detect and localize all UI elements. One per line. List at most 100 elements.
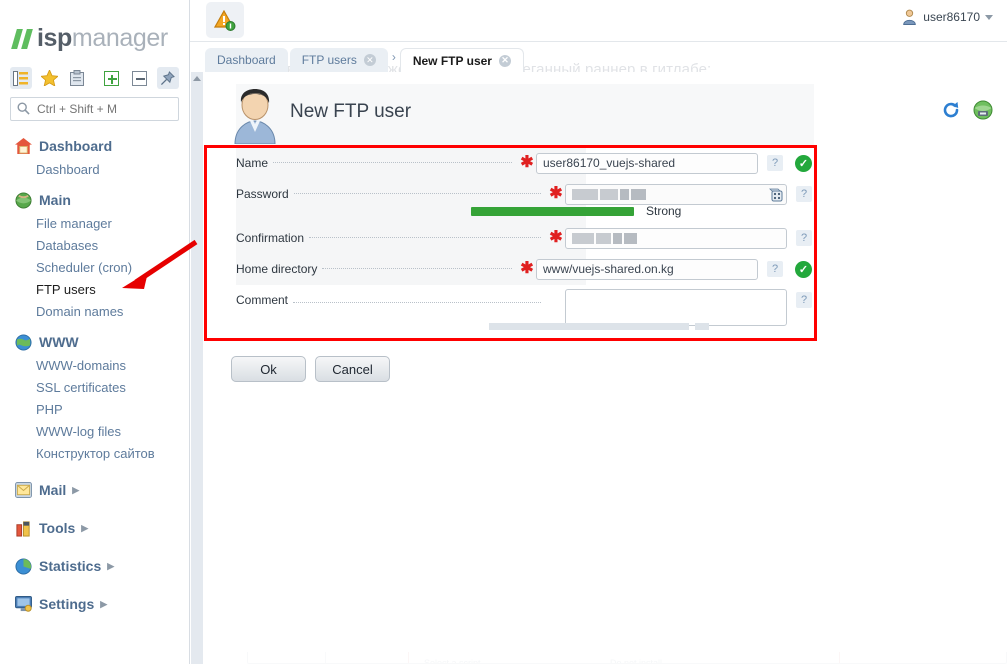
field-wrap-home-directory <box>536 258 758 280</box>
topbar: user86170 <box>190 0 1007 42</box>
user-menu[interactable]: user86170 <box>902 9 993 25</box>
label-dotted-fill <box>309 236 541 238</box>
sidebar-group-label: Tools <box>39 520 76 536</box>
textarea-resize-handle[interactable] <box>695 323 709 330</box>
field-label-comment: Comment <box>236 293 289 307</box>
form-row-password: Password ✱ ? <box>236 183 812 205</box>
sidebar-group-label: Statistics <box>39 558 102 574</box>
sidebar-group-settings[interactable]: Settings ▶ <box>0 585 189 617</box>
sidebar-group-mail[interactable]: Mail ▶ <box>0 471 189 503</box>
dialog-title: New FTP user <box>290 101 412 122</box>
notification-button[interactable] <box>206 2 244 38</box>
sidebar-item-domain-names[interactable]: Domain names <box>0 301 189 323</box>
sidebar-group-tools[interactable]: Tools ▶ <box>0 509 189 541</box>
sidebar-item-www-log-files[interactable]: WWW-log files <box>0 421 189 443</box>
content-scrollbar[interactable] <box>191 72 203 664</box>
comment-textarea[interactable] <box>565 289 787 326</box>
help-icon[interactable]: ? <box>796 292 812 308</box>
double-slash-logo-icon <box>11 28 34 49</box>
clipboard-icon[interactable] <box>66 67 88 89</box>
required-marker: ✱ <box>520 154 534 171</box>
help-icon[interactable]: ? <box>767 261 783 277</box>
chevron-right-icon: ▶ <box>107 560 115 571</box>
sidebar-item-dashboard[interactable]: Dashboard <box>0 159 189 181</box>
app-logo[interactable]: isp manager <box>0 0 189 63</box>
help-icon[interactable]: ? <box>796 186 812 202</box>
confirmation-input[interactable] <box>565 227 787 249</box>
required-marker: ✱ <box>549 185 563 202</box>
globe-box-icon <box>14 191 32 209</box>
pin-icon[interactable] <box>156 67 180 89</box>
bg-shot-field-value-3: Do not install <box>610 658 663 664</box>
password-strength: Strong <box>471 204 681 218</box>
ok-button[interactable]: Ok <box>231 356 306 382</box>
tab-ftp-users[interactable]: FTP users ✕ <box>289 48 388 72</box>
tab-label: New FTP user <box>412 53 492 68</box>
scroll-up-arrow-icon[interactable] <box>193 76 201 81</box>
field-label-home-directory: Home directory <box>236 262 318 276</box>
name-input[interactable] <box>536 152 758 174</box>
label-dotted-fill <box>293 192 541 194</box>
mail-icon <box>14 481 32 499</box>
close-icon[interactable]: ✕ <box>363 54 376 66</box>
required-marker: ✱ <box>549 229 563 246</box>
tab-new-ftp-user[interactable]: New FTP user ✕ <box>399 48 524 72</box>
password-strength-fill <box>471 206 634 216</box>
warning-triangle-badge-icon <box>214 9 236 31</box>
textarea-resize-bar[interactable] <box>489 323 689 330</box>
sidebar-group-label: WWW <box>39 334 79 350</box>
tab-separator: › <box>391 50 396 64</box>
close-icon[interactable]: ✕ <box>498 54 511 67</box>
help-globe-icon[interactable] <box>973 100 993 120</box>
tree-view-icon[interactable] <box>10 67 33 89</box>
sidebar-item-php[interactable]: PHP <box>0 399 189 421</box>
favorites-star-icon[interactable] <box>38 67 60 89</box>
tab-bar: Dashboard FTP users ✕ › New FTP user ✕ <box>205 46 526 72</box>
sidebar-group-statistics[interactable]: Statistics ▶ <box>0 547 189 579</box>
field-label-confirmation: Confirmation <box>236 231 305 245</box>
nav-group-statistics: Statistics ▶ <box>0 547 189 579</box>
refresh-icon[interactable] <box>941 100 961 120</box>
nav-group-www: WWW WWW-domains SSL certificates PHP WWW… <box>0 329 189 465</box>
search-input[interactable] <box>10 97 179 121</box>
sidebar-item-ssl-certificates[interactable]: SSL certificates <box>0 377 189 399</box>
sidebar-item-www-domains[interactable]: WWW-domains <box>0 355 189 377</box>
sidebar-group-main[interactable]: Main <box>0 187 189 213</box>
collapse-all-icon[interactable] <box>129 67 151 89</box>
chevron-right-icon: ▶ <box>72 484 80 495</box>
field-wrap-password <box>565 183 787 205</box>
form-row-comment: Comment ? <box>236 289 812 326</box>
home-directory-input[interactable] <box>536 258 758 280</box>
ftp-user-avatar-icon <box>234 89 276 144</box>
dice-generate-icon[interactable] <box>768 186 784 202</box>
sidebar-group-www[interactable]: WWW <box>0 329 189 355</box>
label-dotted-fill <box>273 161 512 163</box>
required-marker <box>547 289 565 305</box>
tab-label: Dashboard <box>217 53 276 67</box>
form-row-confirmation: Confirmation ✱ ? <box>236 227 812 249</box>
sidebar-group-label: Settings <box>39 596 95 612</box>
dialog-buttons: Ok Cancel <box>231 356 390 382</box>
label-dotted-fill <box>322 267 512 269</box>
chevron-right-icon: ▶ <box>81 522 89 533</box>
password-input[interactable] <box>565 183 787 205</box>
sidebar-group-label: Mail <box>39 482 67 498</box>
label-dotted-fill <box>293 302 541 303</box>
field-wrap-confirmation <box>565 227 787 249</box>
field-wrap-name <box>536 152 758 174</box>
expand-all-icon[interactable] <box>101 67 123 89</box>
sidebar-group-dashboard[interactable]: Dashboard <box>0 133 189 159</box>
sidebar-item-file-manager[interactable]: File manager <box>0 213 189 235</box>
cancel-button[interactable]: Cancel <box>315 356 390 382</box>
sidebar-item-site-builder[interactable]: Конструктор сайтов <box>0 443 189 465</box>
help-icon[interactable]: ? <box>796 230 812 246</box>
password-strength-label: Strong <box>646 204 682 218</box>
tab-dashboard[interactable]: Dashboard <box>205 48 288 72</box>
help-icon[interactable]: ? <box>767 155 783 171</box>
logo-text-light: manager <box>71 24 168 52</box>
sidebar-search <box>10 97 179 121</box>
sidebar-group-label: Dashboard <box>39 138 113 154</box>
tools-icon <box>14 519 32 537</box>
chevron-down-icon <box>985 14 993 20</box>
form-row-name: Name ✱ ? ✓ <box>236 152 812 174</box>
